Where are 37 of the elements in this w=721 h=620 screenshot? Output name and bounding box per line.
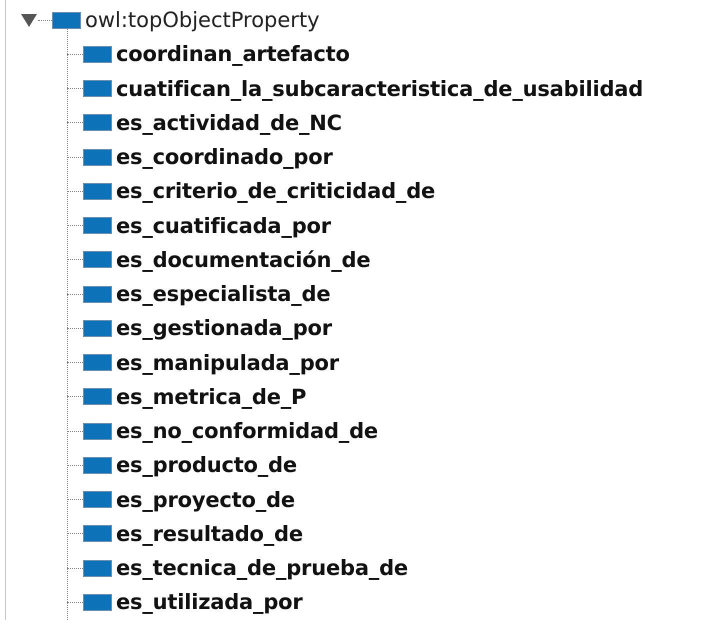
property-icon <box>83 251 112 268</box>
tree-item[interactable]: es_coordinado_por <box>116 145 333 170</box>
property-icon <box>83 594 112 611</box>
property-icon <box>83 182 112 200</box>
tree-item[interactable]: es_tecnica_de_prueba_de <box>116 556 408 580</box>
property-icon <box>52 12 81 29</box>
property-icon <box>83 114 112 132</box>
tree-item[interactable]: es_producto_de <box>116 453 297 478</box>
property-icon <box>83 491 112 508</box>
tree-item[interactable]: es_proyecto_de <box>116 488 295 512</box>
property-icon <box>83 422 112 440</box>
property-icon <box>83 148 112 166</box>
property-icon <box>83 354 112 372</box>
property-icon <box>83 525 112 542</box>
tree-item[interactable]: es_manipulada_por <box>116 350 339 375</box>
tree-item[interactable]: es_utilizada_por <box>116 590 303 614</box>
tree-item[interactable]: es_metrica_de_P <box>116 384 306 409</box>
expand-toggle-icon[interactable] <box>20 11 38 30</box>
property-icon <box>83 286 112 303</box>
tree-item[interactable]: es_documentación_de <box>116 248 370 272</box>
tree-item[interactable]: es_no_conformidad_de <box>116 419 378 444</box>
tree-item[interactable]: es_resultado_de <box>116 522 303 546</box>
property-icon <box>83 46 112 63</box>
tree-item[interactable]: es_especialista_de <box>116 282 330 306</box>
tree-item[interactable]: es_gestionada_por <box>116 316 332 340</box>
property-icon <box>83 456 112 474</box>
tree-item[interactable]: es_actividad_de_NC <box>116 110 342 135</box>
property-icon <box>83 320 112 337</box>
tree-item[interactable]: owl:topObjectProperty <box>85 8 320 32</box>
tree-item[interactable]: cuatifican_la_subcaracteristica_de_usabilidad <box>116 76 644 101</box>
property-icon <box>83 560 112 577</box>
property-icon <box>83 80 112 98</box>
property-icon <box>83 388 112 406</box>
property-icon <box>83 217 112 234</box>
tree-item[interactable]: es_criterio_de_criticidad_de <box>116 179 436 204</box>
tree-item[interactable]: es_cuatificada_por <box>116 214 331 238</box>
tree-item[interactable]: coordinan_artefacto <box>116 42 350 66</box>
